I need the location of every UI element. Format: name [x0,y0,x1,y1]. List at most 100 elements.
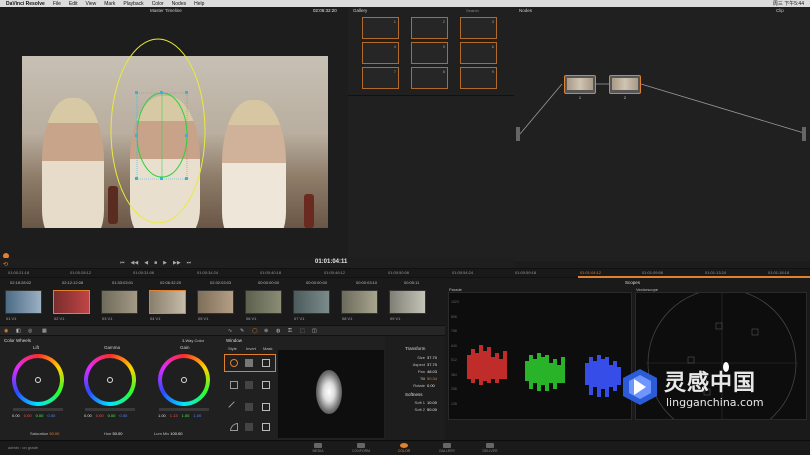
gallery-still[interactable]: 5 [411,42,448,64]
gain-values: 1.00 1.13 1.00 1.00 [158,413,202,418]
sizing-icon[interactable]: ⬚ [300,328,305,334]
camera-raw-icon[interactable]: ◉ [4,328,8,334]
soft2-field[interactable]: Soft 2 50.00 [385,406,445,413]
page-color[interactable]: COLOR [391,443,417,453]
power-window-overlay[interactable] [0,7,348,261]
page-media[interactable]: MEDIA [305,443,331,453]
timeline-ruler[interactable]: 01:00:21:18 01:00:28:12 01:00:31:06 01:0… [0,268,810,278]
menu-file[interactable]: File [53,1,61,7]
pan-field[interactable]: Pan 48.03 [385,368,445,375]
aspect-field[interactable]: Aspect 37.70 [385,361,445,368]
outer-soft-ellipse[interactable] [110,38,206,224]
soft1-field[interactable]: Soft 1 10.00 [385,399,445,406]
gallery-still[interactable]: 3 [460,17,497,39]
rotate-field[interactable]: Rotate 0.00 [385,382,445,389]
window-mask-toggle[interactable] [262,403,270,411]
page-conform[interactable]: CONFORM [348,443,374,453]
gallery-search[interactable]: Search [466,8,479,13]
wheel-mode-select[interactable]: 3-Way Color [182,338,204,343]
window-tab-invert[interactable]: Invert [246,346,256,351]
node-output[interactable] [802,127,806,141]
clip-thumbnail[interactable] [293,290,330,314]
tilt-field[interactable]: Tilt 50.34 [385,375,445,382]
window-handles[interactable] [135,91,188,180]
clip-thumbnail[interactable] [341,290,378,314]
linear-window-icon[interactable] [230,381,238,389]
window-mask-toggle[interactable] [262,359,270,367]
node-2[interactable]: 2 [609,75,641,100]
circle-window-icon[interactable] [230,359,238,367]
gain-master-slider[interactable] [159,408,209,411]
transport-controls: ⏮ ◀◀ ◀ ■ ▶ ▶▶ ⏭ [120,260,191,266]
gamma-wheel[interactable] [84,354,136,406]
lift-wheel[interactable] [12,354,64,406]
gallery-divider [348,95,514,96]
clip-thumbnail-selected[interactable] [149,290,186,314]
menu-color[interactable]: Color [152,1,164,7]
gallery-still[interactable]: 9 [460,67,497,89]
qualifier-icon[interactable]: ✎ [240,328,244,334]
node-input[interactable] [516,127,520,141]
lummix-control[interactable]: Lum Mix 100.00 [154,431,182,436]
tracker-icon[interactable]: ⊕ [264,328,268,334]
window-invert-toggle[interactable] [245,403,253,411]
clip-thumbnail[interactable] [389,290,426,314]
gallery-still[interactable]: 2 [411,17,448,39]
gamma-master-slider[interactable] [85,408,135,411]
watermark-emblem-icon [623,369,657,405]
window-mask-toggle[interactable] [262,381,270,389]
3d-icon[interactable]: ◫ [312,328,317,334]
node-1[interactable]: 1 [564,75,596,100]
clip-thumbnail[interactable] [53,290,90,314]
gain-wheel[interactable] [158,354,210,406]
window-icon[interactable]: ◯ [252,328,258,334]
step-forward-icon[interactable]: ▶▶ [173,260,181,266]
curves-icon[interactable]: ∿ [228,328,232,334]
window-invert-toggle[interactable] [245,423,253,431]
window-mask-toggle[interactable] [262,423,270,431]
app-name[interactable]: DaVinci Resolve [6,1,45,7]
size-field[interactable]: Size 37.70 [385,354,445,361]
step-back-icon[interactable]: ◀◀ [131,260,139,266]
hue-control[interactable]: Hue 50.00 [104,431,122,436]
key-icon[interactable]: ⚿ [288,328,292,334]
clip-thumbnail[interactable] [5,290,42,314]
rgb-mixer-icon[interactable]: ▦ [42,328,47,334]
page-gallery[interactable]: GALLERY [434,443,460,453]
window-invert-toggle[interactable] [245,359,253,367]
clip-thumbnail[interactable] [101,290,138,314]
gallery-still[interactable]: 4 [362,42,399,64]
curve-window-icon[interactable] [230,423,238,431]
play-icon[interactable]: ▶ [163,260,167,266]
stop-icon[interactable]: ■ [154,260,157,266]
color-match-icon[interactable]: ◧ [16,328,21,334]
window-invert-toggle[interactable] [245,381,253,389]
loop-icon[interactable]: ⟲ [3,261,8,268]
polygon-window-icon[interactable] [228,401,240,413]
saturation-control[interactable]: Saturation 50.00 [30,431,59,436]
color-wheels-icon[interactable]: ◎ [28,328,32,334]
menu-playback[interactable]: Playback [123,1,143,7]
window-tab-mask[interactable]: Mask [263,346,273,351]
gallery-still[interactable]: 1 [362,17,399,39]
gallery-still[interactable]: 7 [362,67,399,89]
go-to-end-icon[interactable]: ⏭ [187,260,192,266]
blur-icon[interactable]: ◍ [276,328,280,334]
scopes-panel: Scopes Parade Vectorscope 1023 896 768 640 5… [445,278,810,440]
play-reverse-icon[interactable]: ◀ [144,260,148,266]
gallery-still[interactable]: 8 [411,67,448,89]
clip-thumbnail[interactable] [197,290,234,314]
menu-help[interactable]: Help [194,1,204,7]
menu-nodes[interactable]: Nodes [172,1,186,7]
lift-master-slider[interactable] [13,408,63,411]
menu-mark[interactable]: Mark [104,1,115,7]
window-tab-style[interactable]: Style [228,346,237,351]
menu-view[interactable]: View [86,1,97,7]
go-to-start-icon[interactable]: ⏮ [120,260,125,266]
status-clock: 周三 下午5:44 [772,1,804,7]
node-editor: Nodes Clip 1 2 [514,7,810,261]
page-deliver[interactable]: DELIVER [477,443,503,453]
menu-edit[interactable]: Edit [69,1,78,7]
gallery-still[interactable]: 6 [460,42,497,64]
clip-thumbnail[interactable] [245,290,282,314]
